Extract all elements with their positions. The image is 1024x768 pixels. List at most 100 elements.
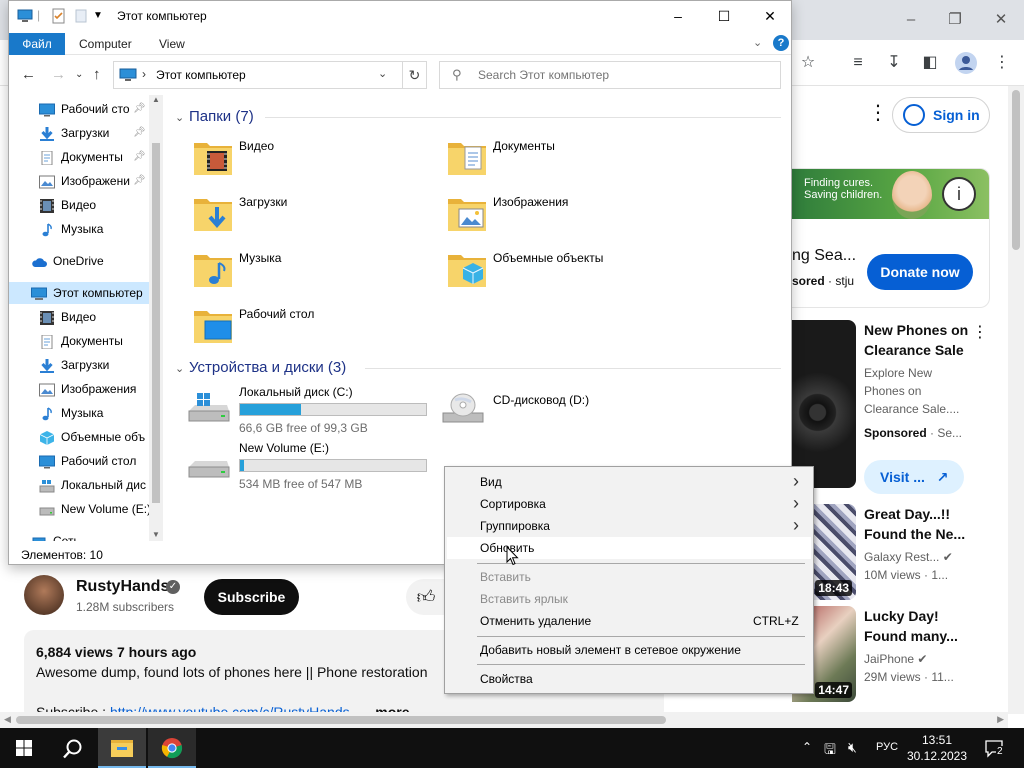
recent-locations-icon[interactable]: ⌄	[75, 69, 83, 80]
show-hidden-icons-icon[interactable]: ⌃	[802, 740, 812, 754]
rec-title[interactable]: Great Day...!! Found the Ne...	[864, 504, 974, 544]
address-separator-icon[interactable]: ›	[142, 67, 146, 81]
nav-item[interactable]: Локальный дис	[9, 474, 149, 496]
rec-thumbnail[interactable]	[792, 320, 856, 488]
drives-group-header[interactable]: ⌄ Устройства и диски (3)	[175, 359, 346, 376]
volume-muted-icon[interactable]: 🔇︎	[848, 739, 857, 756]
context-menu-item[interactable]: Вставить ярлык	[447, 588, 811, 610]
back-button[interactable]: ←	[21, 66, 36, 83]
browser-minimize-button[interactable]: –	[896, 8, 926, 32]
nav-item[interactable]: Объемные объ	[9, 426, 149, 448]
info-icon[interactable]: i	[942, 177, 976, 211]
nav-item[interactable]: Документы	[9, 330, 149, 352]
tab-computer[interactable]: Computer	[79, 37, 132, 51]
ad-banner[interactable]: Finding cures. Saving children. i	[792, 169, 989, 219]
folders-group-header[interactable]: ⌄ Папки (7)	[175, 108, 254, 125]
folder-item[interactable]: Документы	[423, 133, 663, 183]
folder-item[interactable]: Музыка	[169, 245, 409, 295]
nav-item[interactable]: Документы 📌︎	[9, 146, 149, 168]
media-queue-icon[interactable]: ≡	[846, 51, 870, 75]
browser-close-button[interactable]: ✕	[986, 8, 1016, 32]
refresh-button[interactable]: ↻	[403, 61, 427, 89]
clock[interactable]: 13:51 30.12.2023	[900, 732, 974, 764]
quick-access-dropdown-icon[interactable]: ▼	[93, 10, 109, 26]
search-input[interactable]	[478, 67, 768, 83]
sign-in-button[interactable]: Sign in	[892, 97, 990, 133]
nav-item[interactable]: Изображени 📌︎	[9, 170, 149, 192]
nav-item[interactable]: Музыка	[9, 218, 149, 240]
taskbar-explorer-button[interactable]	[98, 728, 146, 768]
rec-item[interactable]: 18:43 Great Day...!! Found the Ne... Gal…	[792, 504, 992, 600]
nav-item[interactable]: New Volume (E:)	[9, 498, 149, 520]
nav-item[interactable]: Изображения	[9, 378, 149, 400]
nav-item[interactable]: Рабочий сто 📌︎	[9, 98, 149, 120]
collapse-icon[interactable]: ⌄	[175, 111, 189, 124]
nav-item[interactable]: Загрузки	[9, 354, 149, 376]
up-button[interactable]: ↑	[93, 66, 101, 83]
bookmark-star-icon[interactable]: ☆	[796, 51, 820, 75]
address-dropdown-icon[interactable]: ⌄	[378, 67, 387, 80]
channel-avatar[interactable]	[24, 575, 64, 615]
nav-item[interactable]: Этот компьютер	[9, 282, 149, 304]
browser-restore-button[interactable]: ❐	[940, 8, 970, 32]
search-box[interactable]: ⚲	[439, 61, 781, 89]
taskbar-chrome-button[interactable]	[148, 728, 196, 768]
language-indicator[interactable]: РУС	[876, 741, 898, 753]
context-menu-item[interactable]: Отменить удаление CTRL+Z	[447, 610, 811, 632]
download-icon[interactable]: ↧	[882, 51, 906, 75]
folder-item[interactable]: Рабочий стол	[169, 301, 409, 351]
context-menu-item[interactable]: Сортировка ›	[447, 493, 811, 515]
context-menu-item[interactable]: Обновить	[447, 537, 811, 559]
nav-item[interactable]: Музыка	[9, 402, 149, 424]
ad-card[interactable]: Finding cures. Saving children. i ng Sea…	[792, 168, 990, 308]
context-menu-item[interactable]: Свойства	[447, 668, 811, 690]
tab-view[interactable]: View	[159, 37, 185, 51]
visit-button[interactable]: Visit ... ↗	[864, 460, 964, 494]
help-icon[interactable]: ?	[773, 35, 789, 51]
properties-icon[interactable]	[51, 8, 67, 24]
rec-channel[interactable]: JaiPhone ✔	[864, 650, 984, 668]
collapse-icon[interactable]: ⌄	[175, 362, 189, 375]
nav-item[interactable]: OneDrive	[9, 250, 149, 272]
address-bar[interactable]: › Этот компьютер ⌄	[113, 61, 403, 89]
nav-item[interactable]: Видео	[9, 194, 149, 216]
side-panel-icon[interactable]: ◧	[918, 51, 942, 75]
folder-item[interactable]: Видео	[169, 133, 409, 183]
channel-name[interactable]: RustyHands	[76, 578, 169, 596]
nav-item[interactable]: Видео	[9, 306, 149, 328]
tab-file[interactable]: Файл	[9, 33, 65, 55]
profile-icon[interactable]	[954, 51, 978, 75]
browser-vertical-scrollbar[interactable]	[1008, 86, 1024, 714]
rec-title[interactable]: New Phones on Clearance Sale	[864, 320, 974, 360]
explorer-minimize-button[interactable]: –	[655, 1, 701, 31]
this-pc-icon[interactable]	[17, 8, 33, 24]
context-menu-item[interactable]: Добавить новый элемент в сетевое окружен…	[447, 639, 811, 661]
rec-channel[interactable]: Galaxy Rest... ✔	[864, 548, 984, 566]
network-icon[interactable]: 🖫︎	[824, 739, 836, 763]
yt-more-options-icon[interactable]: ⋮	[868, 100, 888, 125]
nav-item[interactable]: Сеть	[9, 530, 149, 541]
like-button[interactable]: 👍︎	[406, 579, 446, 615]
nav-item[interactable]: Рабочий стол	[9, 450, 149, 472]
notifications-button[interactable]: 2	[984, 738, 1004, 758]
donate-now-button[interactable]: Donate now	[867, 254, 973, 290]
nav-item[interactable]: Загрузки 📌︎	[9, 122, 149, 144]
ad-title[interactable]: ng Sea...	[792, 247, 856, 265]
taskbar-search-button[interactable]	[48, 728, 96, 768]
drive-item[interactable]: New Volume (E:) 534 MB free of 547 MB	[169, 439, 427, 491]
folder-item[interactable]: Изображения	[423, 189, 663, 239]
browser-horizontal-scrollbar[interactable]: ◀ ▶	[0, 712, 1008, 728]
rec-item[interactable]: 14:47 Lucky Day! Found many... JaiPhone …	[792, 606, 992, 702]
forward-button[interactable]: →	[51, 66, 66, 83]
context-menu-item[interactable]: Вид ›	[447, 471, 811, 493]
navigation-pane-scrollbar[interactable]: ▲ ▼	[149, 95, 163, 541]
context-menu-item[interactable]: Вставить	[447, 566, 811, 588]
explorer-titlebar[interactable]: | ▼ Этот компьютер – ☐ ✕	[9, 1, 791, 31]
explorer-maximize-button[interactable]: ☐	[701, 1, 747, 31]
rec-item[interactable]: New Phones on Clearance Sale ⋮ Explore N…	[792, 320, 992, 494]
browser-menu-icon[interactable]: ⋮	[990, 51, 1014, 75]
subscribe-button[interactable]: Subscribe	[204, 579, 299, 615]
rec-more-icon[interactable]: ⋮	[972, 322, 988, 342]
context-menu-item[interactable]: Группировка ›	[447, 515, 811, 537]
drive-item[interactable]: Локальный диск (C:) 66,6 GB free of 99,3 …	[169, 383, 427, 435]
